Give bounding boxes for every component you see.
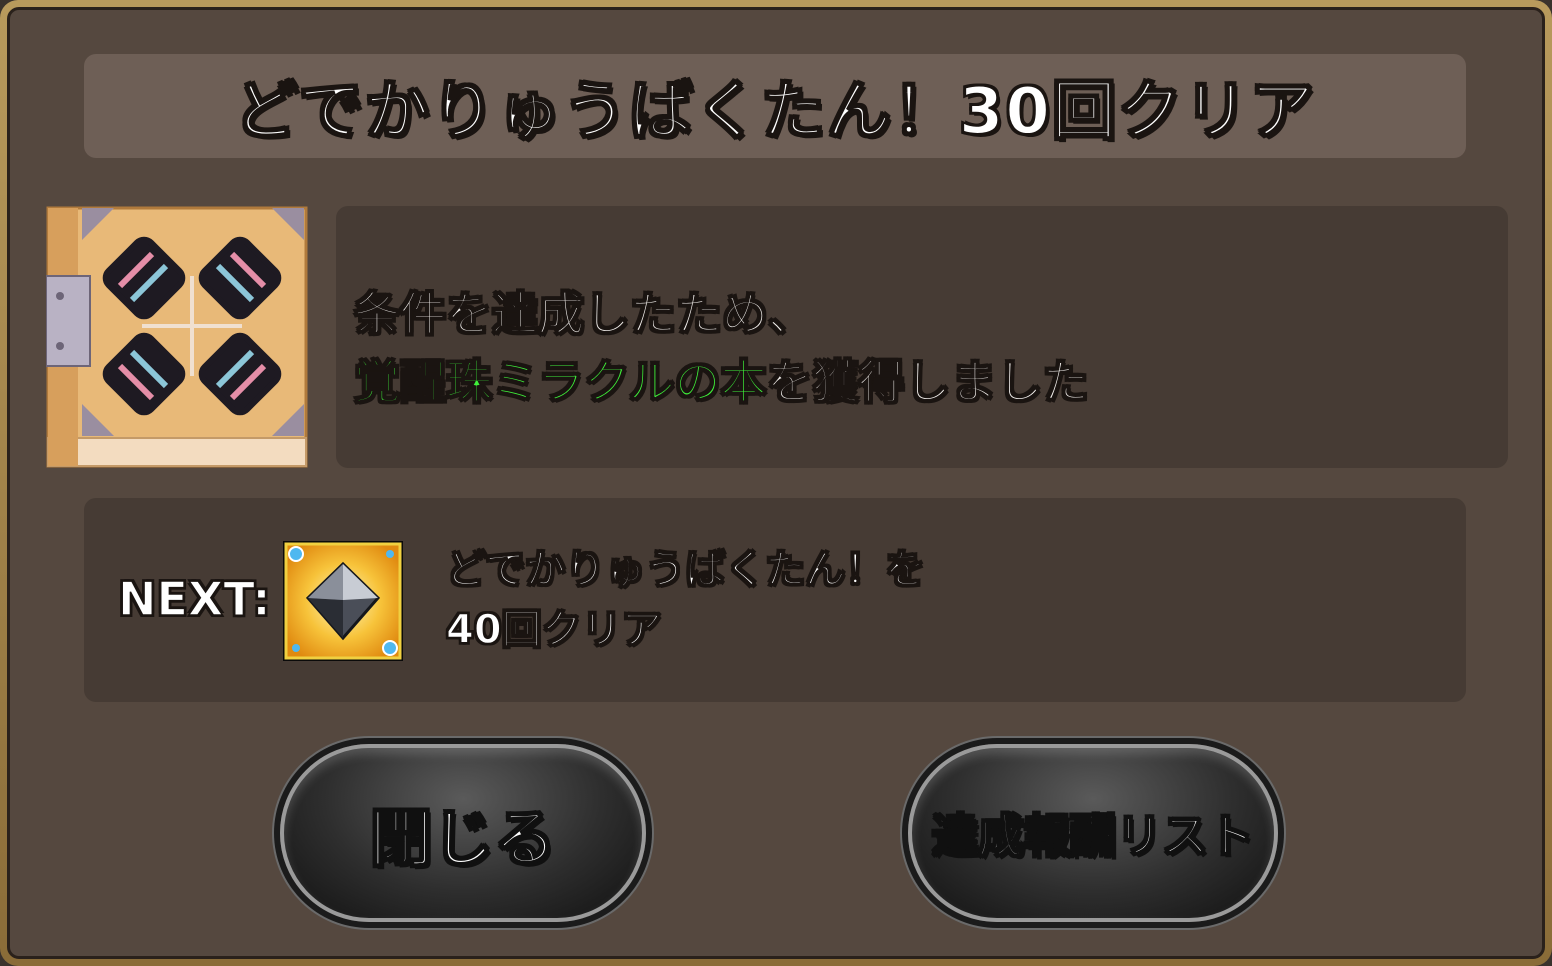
close-button[interactable]: 閉じる: [280, 744, 646, 922]
miracle-book-icon: [45, 206, 308, 468]
dialog-panel: どでかりゅうばくたん！30回クリア 条件を達成したため、 覚醒珠ミラクルの本を獲…: [7, 7, 1545, 959]
dialog-title: どでかりゅうばくたん！30回クリア: [233, 74, 1316, 150]
next-goal-box: NEXT: どでかりゅうばくたん！を 40回クリア: [84, 498, 1466, 702]
reward-item-name: 覚醒珠ミラクルの本: [353, 354, 767, 410]
message-line-1: 条件を達成したため、: [353, 286, 815, 342]
close-button-label: 閉じる: [369, 801, 557, 876]
message-box: 条件を達成したため、 覚醒珠ミラクルの本を獲得しました: [336, 206, 1508, 468]
next-goal-description: どでかりゅうばくたん！を 40回クリア: [445, 540, 926, 660]
message-line-2: 覚醒珠ミラクルの本を獲得しました: [353, 346, 1090, 412]
gem-icon: [282, 540, 404, 662]
message-line-2-rest: を獲得しました: [766, 354, 1090, 410]
dialog-frame: どでかりゅうばくたん！30回クリア 条件を達成したため、 覚醒珠ミラクルの本を獲…: [0, 0, 1552, 966]
reward-list-button-label: 達成報酬リスト: [931, 808, 1255, 864]
next-goal-line-1: どでかりゅうばくたん！を: [445, 546, 926, 594]
reward-list-button[interactable]: 達成報酬リスト: [908, 744, 1278, 922]
next-goal-line-2: 40回クリア: [445, 606, 662, 654]
next-label: NEXT:: [117, 571, 271, 627]
title-bar: どでかりゅうばくたん！30回クリア: [84, 54, 1466, 158]
